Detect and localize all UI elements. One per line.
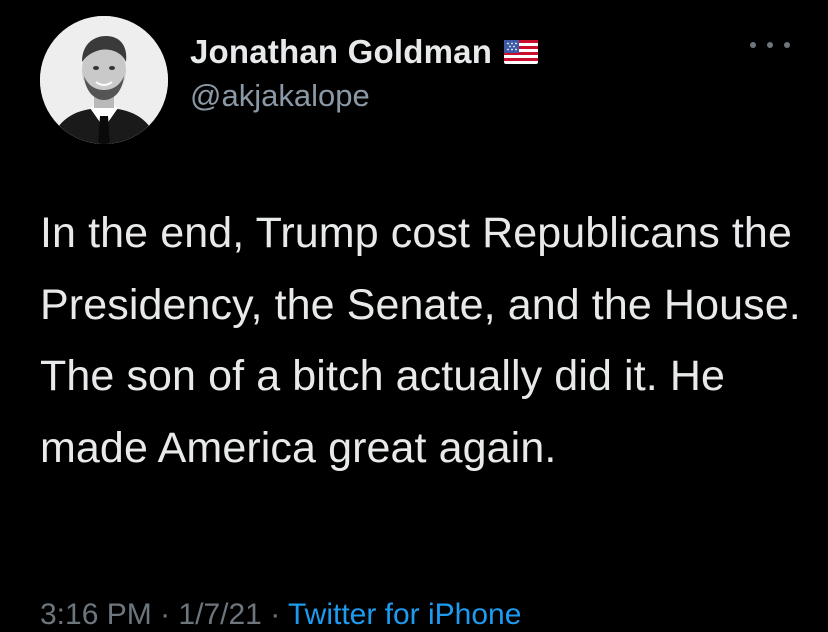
tweet-text: In the end, Trump cost Republicans the P… [40, 209, 801, 472]
display-name[interactable]: Jonathan Goldman [190, 33, 492, 71]
more-dot [784, 42, 790, 48]
tweet: Jonathan Goldman @akjakalope In the end,… [0, 0, 828, 631]
tweet-source[interactable]: Twitter for iPhone [288, 598, 521, 631]
profile-photo-icon [40, 16, 168, 144]
us-flag-icon [504, 40, 539, 64]
name-row: Jonathan Goldman [190, 30, 539, 74]
more-dot [750, 42, 756, 48]
author-block: Jonathan Goldman @akjakalope [190, 30, 539, 114]
handle[interactable]: @akjakalope [190, 78, 538, 114]
meta-separator: · [270, 598, 281, 631]
tweet-time[interactable]: 3:16 PM [40, 598, 152, 631]
tweet-date[interactable]: 1/7/21 [178, 598, 261, 631]
avatar[interactable] [40, 16, 168, 144]
more-options-icon[interactable] [750, 32, 790, 58]
meta-separator: · [160, 598, 171, 631]
more-dot [767, 42, 773, 48]
